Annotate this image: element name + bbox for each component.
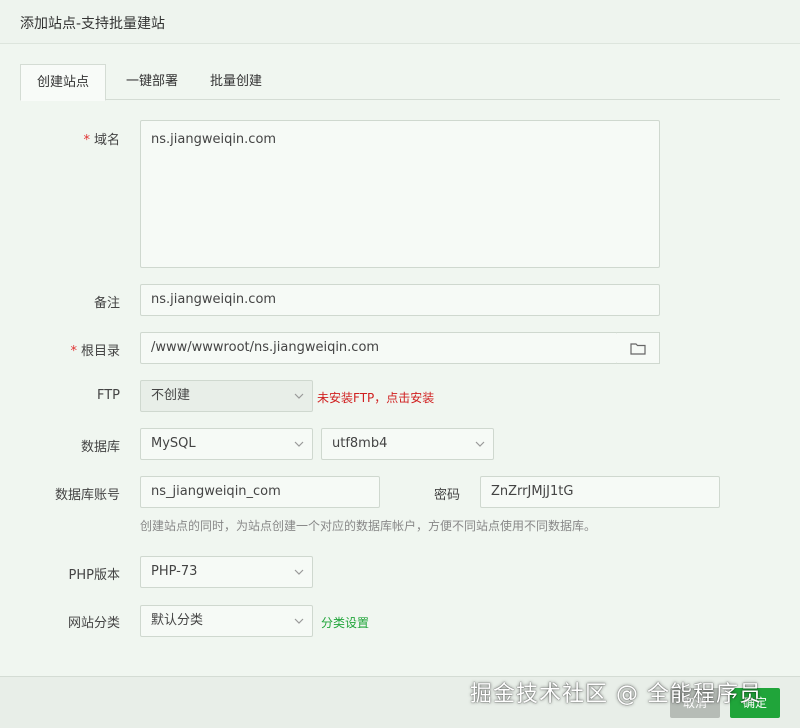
database-charset-select[interactable]: utf8mb4 — [321, 428, 494, 460]
php-version-label: PHP版本 — [68, 568, 120, 583]
chevron-down-icon — [294, 393, 304, 399]
watermark-text: 掘金技术社区 @ 全能程序员 — [470, 682, 762, 707]
domain-value: ns.jiangweiqin.com — [151, 132, 277, 147]
remark-input[interactable]: ns.jiangweiqin.com — [140, 284, 660, 316]
domain-textarea[interactable]: ns.jiangweiqin.com — [140, 120, 660, 268]
install-ftp-link[interactable]: 未安装FTP，点击安装 — [317, 389, 434, 406]
dialog-titlebar: 添加站点-支持批量建站 — [0, 0, 800, 44]
tab-one-click-deploy[interactable]: 一键部署 — [108, 64, 196, 100]
tab-bar: 创建站点 一键部署 批量创建 — [20, 64, 780, 101]
db-password-label: 密码 — [433, 488, 460, 503]
add-site-dialog: 添加站点-支持批量建站 创建站点 一键部署 批量创建 * 域名 ns.jiangw… — [0, 0, 800, 728]
database-charset-value: utf8mb4 — [332, 436, 388, 451]
browse-folder-button[interactable] — [617, 332, 660, 364]
ftp-selected-value: 不创建 — [151, 388, 191, 403]
ftp-label: FTP — [96, 388, 120, 403]
db-hint-text: 创建站点的同时，为站点创建一个对应的数据库帐户，方便不同站点使用不同数据库。 — [140, 519, 597, 533]
ftp-select[interactable]: 不创建 — [140, 380, 313, 412]
required-mark: * — [70, 344, 77, 359]
database-type-value: MySQL — [151, 436, 196, 451]
database-type-select[interactable]: MySQL — [140, 428, 313, 460]
chevron-down-icon — [475, 441, 485, 447]
site-category-value: 默认分类 — [151, 613, 204, 628]
dialog-title: 添加站点-支持批量建站 — [20, 16, 166, 32]
db-account-label: 数据库账号 — [54, 488, 120, 503]
site-category-label: 网站分类 — [67, 616, 120, 631]
php-version-value: PHP-73 — [151, 564, 198, 579]
chevron-down-icon — [294, 569, 304, 575]
site-category-select[interactable]: 默认分类 — [140, 605, 313, 637]
remark-label: 备注 — [93, 296, 120, 311]
tab-batch-create[interactable]: 批量创建 — [192, 64, 280, 100]
tab-create-site[interactable]: 创建站点 — [20, 64, 106, 101]
root-dir-label: * 根目录 — [70, 344, 120, 359]
root-dir-input[interactable]: /www/wwwroot/ns.jiangweiqin.com — [140, 332, 618, 364]
chevron-down-icon — [294, 618, 304, 624]
category-settings-link[interactable]: 分类设置 — [321, 614, 369, 631]
db-account-input[interactable]: ns_jiangweiqin_com — [140, 476, 380, 508]
php-version-select[interactable]: PHP-73 — [140, 556, 313, 588]
db-password-input[interactable]: ZnZrrJMjJ1tG — [480, 476, 720, 508]
domain-label: * 域名 — [83, 133, 120, 148]
folder-icon — [630, 343, 646, 355]
required-mark: * — [83, 133, 90, 148]
database-label: 数据库 — [80, 440, 120, 455]
chevron-down-icon — [294, 441, 304, 447]
